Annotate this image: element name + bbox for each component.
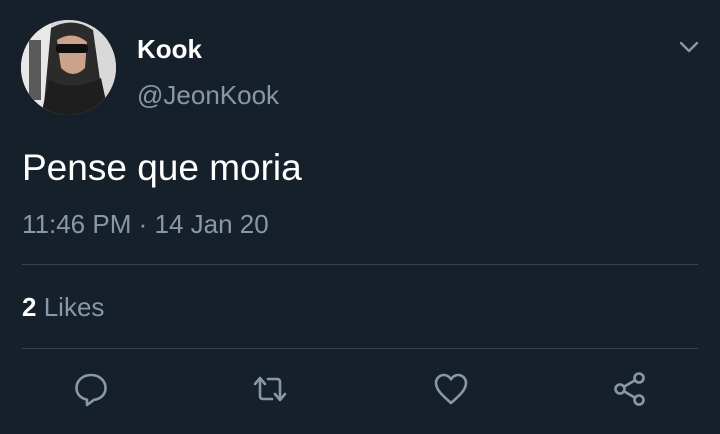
likes-label: Likes (43, 292, 105, 322)
tweet-timestamp: 11:46 PM · 14 Jan 20 (22, 207, 269, 241)
tweet-card: Kook @JeonKook Pense que moria 11:46 PM … (0, 0, 720, 434)
likes-stat[interactable]: 2 Likes (22, 290, 104, 324)
avatar-photo (21, 20, 116, 115)
user-handle[interactable]: @JeonKook (137, 79, 279, 111)
divider (22, 348, 698, 349)
retweet-icon (253, 376, 287, 402)
divider (22, 264, 698, 265)
like-button[interactable] (432, 370, 470, 408)
reply-button[interactable] (72, 370, 110, 408)
chevron-down-icon[interactable] (676, 34, 702, 60)
heart-icon (434, 373, 468, 405)
tweet-date[interactable]: 14 Jan 20 (155, 209, 269, 239)
tweet-text: Pense que moria (22, 147, 302, 188)
share-button[interactable] (611, 370, 649, 408)
share-icon (614, 372, 645, 406)
likes-count: 2 (22, 292, 37, 322)
retweet-button[interactable] (251, 370, 289, 408)
display-name[interactable]: Kook (137, 33, 202, 65)
reply-icon (75, 373, 107, 407)
tweet-time[interactable]: 11:46 PM (22, 209, 131, 239)
meta-separator: · (138, 209, 148, 239)
avatar[interactable] (21, 20, 116, 115)
